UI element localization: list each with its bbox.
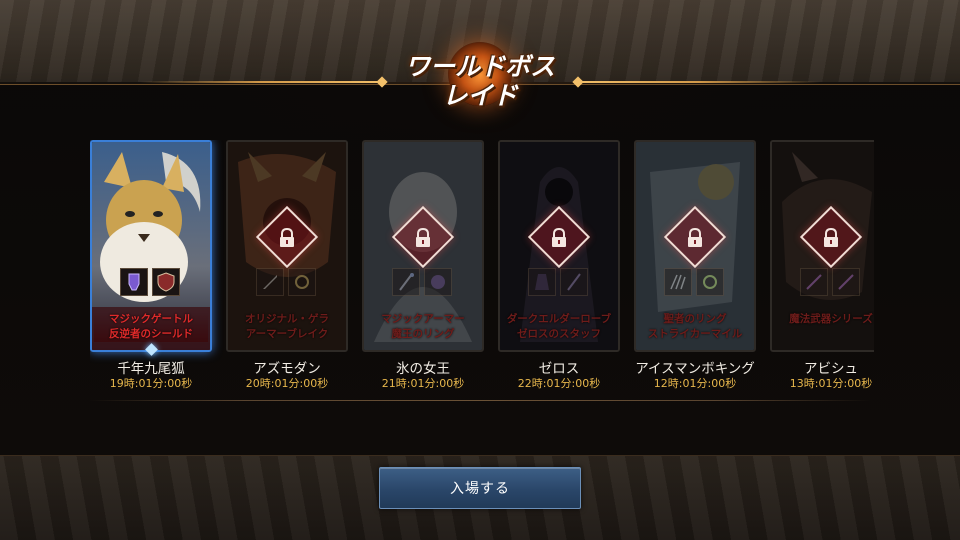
robe-icon[interactable] xyxy=(528,268,556,296)
reward-line2: ストライカーマイル xyxy=(647,328,743,340)
reward-item-slots xyxy=(664,268,726,296)
boss-name: アイスマンボキング xyxy=(635,361,755,377)
card-frame: 魔法武器シリーズ xyxy=(770,140,874,352)
reward-item-slots xyxy=(800,268,862,296)
spear-icon[interactable] xyxy=(832,268,860,296)
reward-line2: 反逆者のシールド xyxy=(109,328,193,340)
reward-text: ダークエルダーローブ ゼロスのスタッフ xyxy=(502,312,616,342)
reward-item-slots xyxy=(256,268,318,296)
lock-icon xyxy=(416,228,430,247)
panel-divider xyxy=(88,400,872,401)
reward-line1: マジックゲートル xyxy=(109,313,193,325)
boss-card-kyubi[interactable]: マジックゲートル 反逆者のシールド 千年九尾狐 19時:01分:00秒 xyxy=(90,140,212,390)
reward-line1: マジックアーマー xyxy=(381,313,465,325)
boss-timer: 21時:01分:00秒 xyxy=(381,377,465,390)
boss-name: アビシュ xyxy=(804,361,858,377)
boss-card-azmodan[interactable]: オリジナル・ゲラ アーマーブレイク アズモダン 20時:01分:00秒 xyxy=(226,140,348,390)
lock-icon xyxy=(824,228,838,247)
orb-icon[interactable] xyxy=(424,268,452,296)
title-text: ワールドボス レイド xyxy=(380,52,580,110)
sword-icon[interactable] xyxy=(256,268,284,296)
reward-line2: ゼロスのスタッフ xyxy=(517,328,601,340)
title-ornament-right xyxy=(578,81,820,83)
staff-icon[interactable] xyxy=(560,268,588,296)
shield-icon[interactable] xyxy=(152,268,180,296)
title-line1: ワールドボス xyxy=(404,52,555,81)
title-ornament-left xyxy=(140,81,382,83)
boss-name: アズモダン xyxy=(253,361,321,377)
boss-card-list[interactable]: マジックゲートル 反逆者のシールド 千年九尾狐 19時:01分:00秒 オリジナ… xyxy=(90,140,874,400)
boss-timer: 12時:01分:00秒 xyxy=(653,377,737,390)
boss-timer: 22時:01分:00秒 xyxy=(517,377,601,390)
reward-line1: 魔法武器シリーズ xyxy=(789,313,873,325)
reward-line2: 魔王のリング xyxy=(391,328,455,340)
enter-button[interactable]: 入場する xyxy=(379,467,581,509)
boss-name: 千年九尾狐 xyxy=(117,361,185,377)
boss-card-iceman-king[interactable]: 聖者のリング ストライカーマイル アイスマンボキング 12時:01分:00秒 xyxy=(634,140,756,390)
title-line2: レイド xyxy=(442,81,518,110)
reward-item-slots xyxy=(392,268,454,296)
lock-icon xyxy=(688,228,702,247)
boss-card-zeros[interactable]: ダークエルダーローブ ゼロスのスタッフ ゼロス 22時:01分:00秒 xyxy=(498,140,620,390)
boss-timer: 20時:01分:00秒 xyxy=(245,377,329,390)
reward-line1: オリジナル・ゲラ xyxy=(245,313,329,325)
reward-line1: 聖者のリング xyxy=(663,313,727,325)
card-frame: マジックアーマー 魔王のリング xyxy=(362,140,484,352)
boss-timer: 19時:01分:00秒 xyxy=(109,377,193,390)
card-frame: 聖者のリング ストライカーマイル xyxy=(634,140,756,352)
lock-icon xyxy=(552,228,566,247)
ring-icon[interactable] xyxy=(696,268,724,296)
boss-name: 氷の女王 xyxy=(396,361,450,377)
reward-text: マジックゲートル 反逆者のシールド xyxy=(94,312,208,342)
gauntlet-icon[interactable] xyxy=(120,268,148,296)
card-frame: ダークエルダーローブ ゼロスのスタッフ xyxy=(498,140,620,352)
reward-text: 魔法武器シリーズ xyxy=(774,312,874,327)
page-title: ワールドボス レイド xyxy=(380,40,580,120)
staff-icon[interactable] xyxy=(392,268,420,296)
card-frame: マジックゲートル 反逆者のシールド xyxy=(90,140,212,352)
spear-icon[interactable] xyxy=(800,268,828,296)
card-frame: オリジナル・ゲラ アーマーブレイク xyxy=(226,140,348,352)
reward-text: マジックアーマー 魔王のリング xyxy=(366,312,480,342)
ring-icon[interactable] xyxy=(288,268,316,296)
claw-icon[interactable] xyxy=(664,268,692,296)
boss-card-ice-queen[interactable]: マジックアーマー 魔王のリング 氷の女王 21時:01分:00秒 xyxy=(362,140,484,390)
lock-icon xyxy=(280,228,294,247)
reward-item-slots xyxy=(120,268,182,296)
boss-timer: 13時:01分:00秒 xyxy=(789,377,873,390)
boss-name: ゼロス xyxy=(538,361,580,377)
reward-text: 聖者のリング ストライカーマイル xyxy=(638,312,752,342)
reward-text: オリジナル・ゲラ アーマーブレイク xyxy=(230,312,344,342)
boss-card-abish[interactable]: 魔法武器シリーズ アビシュ 13時:01分:00秒 xyxy=(770,140,874,390)
reward-item-slots xyxy=(528,268,590,296)
reward-line2: アーマーブレイク xyxy=(245,328,329,340)
reward-line1: ダークエルダーローブ xyxy=(506,313,612,325)
